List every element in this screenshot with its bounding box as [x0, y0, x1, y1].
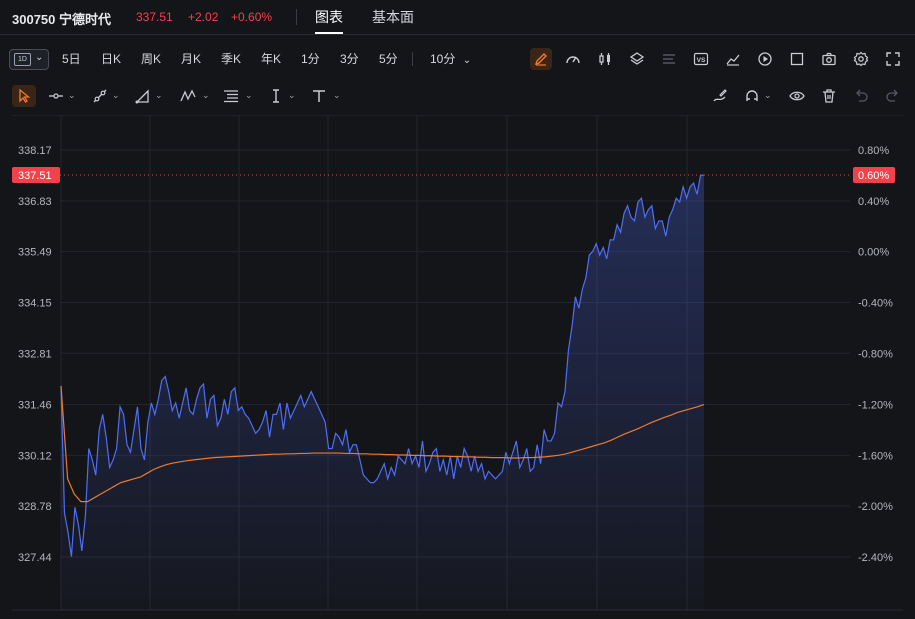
y-axis-tick-right: -0.40% [858, 297, 893, 309]
line-tool-icon[interactable]: ⌄ [48, 85, 78, 107]
y-axis-tick-right: 0.00% [858, 247, 889, 259]
cursor-icon[interactable] [12, 85, 36, 107]
y-axis-tick-right: -0.80% [858, 348, 893, 360]
y-axis-tick-left: 331.46 [18, 400, 52, 412]
chevron-down-icon: ⌄ [462, 55, 472, 66]
y-axis-tick-right: 0.40% [858, 196, 889, 208]
period-3min[interactable]: 3分 [340, 50, 359, 67]
chevron-down-icon: ⌄ [333, 90, 341, 100]
period-monthly[interactable]: 月K [181, 50, 201, 67]
layers-icon[interactable] [626, 48, 648, 70]
period-badge: 1D [14, 53, 31, 66]
triangle-tool-icon[interactable]: ⌄ [135, 85, 165, 107]
chevron-down-icon: ⌄ [35, 52, 44, 63]
interval-select-value: 10分 [430, 52, 456, 66]
camera-icon[interactable] [818, 48, 840, 70]
period-quarterly[interactable]: 季K [221, 50, 241, 67]
price-change: +2.02 [188, 10, 219, 24]
wave-tool-icon[interactable]: ⌄ [180, 85, 212, 107]
period-5day[interactable]: 5日 [62, 50, 81, 67]
y-axis-tick-left: 335.49 [18, 247, 52, 259]
gauge-icon[interactable] [562, 48, 584, 70]
fib-tool-icon[interactable]: ⌄ [223, 85, 255, 107]
active-tab-indicator [315, 32, 343, 34]
chevron-down-icon: ⌄ [245, 90, 253, 100]
chevron-down-icon: ⌄ [202, 90, 210, 100]
tab-fundamentals[interactable]: 基本面 [372, 7, 414, 27]
undo-icon[interactable] [851, 85, 873, 107]
period-1min[interactable]: 1分 [301, 50, 320, 67]
fullscreen-box-icon[interactable] [786, 48, 808, 70]
magnet-icon[interactable]: ⌄ [744, 85, 774, 107]
y-axis-tick-left: 328.78 [18, 501, 52, 513]
y-axis-tick-left: 334.15 [18, 297, 52, 309]
chevron-down-icon: ⌄ [112, 90, 120, 100]
chevron-down-icon: ⌄ [68, 90, 76, 100]
chevron-down-icon: ⌄ [288, 90, 296, 100]
last-price: 337.51 [136, 10, 173, 24]
intraday-chart[interactable]: 338.17 336.83 335.49 334.15 332.81 331.46 330.… [0, 114, 915, 614]
period-5min[interactable]: 5分 [379, 50, 398, 67]
vs-label: VS [697, 57, 706, 64]
drawing-toolbar: ⌄ ⌄ ⌄ ⌄ ⌄ ⌄ ⌄ ⌄ [0, 82, 915, 110]
y-axis-tick-right: 0.80% [858, 145, 889, 157]
period-selector[interactable]: 1D ⌄ [9, 49, 49, 70]
replay-icon[interactable] [754, 48, 776, 70]
period-weekly[interactable]: 周K [141, 50, 161, 67]
period-daily[interactable]: 日K [101, 50, 121, 67]
y-axis-tick-left: 336.83 [18, 196, 52, 208]
y-axis-tick-left: 332.81 [18, 348, 52, 360]
current-price-badge-text: 337.51 [18, 170, 52, 182]
tab-chart[interactable]: 图表 [315, 7, 343, 27]
header-divider [296, 9, 297, 25]
stock-code-name: 300750 宁德时代 [12, 12, 111, 27]
candlestick-icon[interactable] [594, 48, 616, 70]
period-toolbar: 1D ⌄ 5日 日K 周K 月K 季K 年K 1分 3分 5分 10分 ⌄ VS [0, 44, 915, 74]
y-axis-tick-right: -2.40% [858, 552, 893, 564]
chart-area-icon[interactable] [722, 48, 744, 70]
chart-canvas[interactable]: 338.17 336.83 335.49 334.15 332.81 331.46 330.… [0, 114, 915, 614]
chevron-down-icon: ⌄ [155, 90, 163, 100]
vs-icon[interactable]: VS [690, 48, 712, 70]
brush-icon[interactable] [710, 85, 732, 107]
ray-tool-icon[interactable]: ⌄ [92, 85, 122, 107]
current-pct-badge-text: 0.60% [858, 170, 889, 182]
y-axis-tick-left: 327.44 [18, 552, 52, 564]
menu-lines-icon[interactable] [658, 48, 680, 70]
interval-select[interactable]: 10分 ⌄ [430, 50, 471, 67]
expand-icon[interactable] [882, 48, 904, 70]
settings-icon[interactable] [850, 48, 872, 70]
quote-header: 300750 宁德时代 337.51 +2.02 +0.60% 图表 基本面 [0, 0, 915, 35]
y-axis-tick-right: -2.00% [858, 501, 893, 513]
text-tool-icon[interactable]: ⌄ [311, 85, 343, 107]
redo-icon[interactable] [883, 85, 905, 107]
trash-icon[interactable] [819, 85, 841, 107]
y-axis-tick-left: 338.17 [18, 145, 52, 157]
y-axis-tick-right: -1.60% [858, 450, 893, 462]
period-yearly[interactable]: 年K [261, 50, 281, 67]
price-change-percent: +0.60% [231, 10, 273, 24]
y-axis-tick-left: 330.12 [18, 450, 52, 462]
eye-icon[interactable] [787, 85, 809, 107]
y-axis-tick-right: -1.20% [858, 400, 893, 412]
pen-icon[interactable] [530, 48, 552, 70]
price-area-fill [61, 175, 704, 610]
text-cursor-icon[interactable]: ⌄ [268, 85, 298, 107]
toolbar-divider [412, 52, 413, 66]
chevron-down-icon: ⌄ [764, 90, 772, 100]
